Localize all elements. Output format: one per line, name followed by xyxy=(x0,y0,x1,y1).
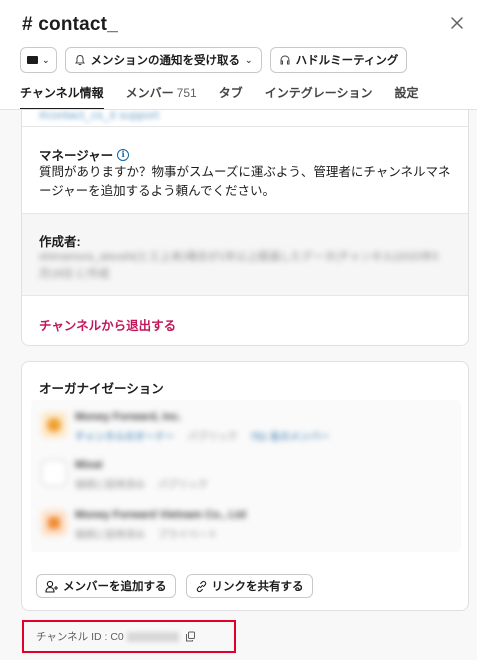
member-count: 751 xyxy=(176,86,197,100)
list-item[interactable]: Money Forward Vietnam Co., Ltd 接続に招待済み プ… xyxy=(31,504,461,546)
channel-id-label: チャンネル ID : C0 xyxy=(36,631,124,643)
notification-settings-button[interactable]: メンションの通知を受け取る ⌄ xyxy=(64,47,262,73)
huddle-button[interactable]: ハドルミーティング xyxy=(269,47,408,73)
channel-chip-button[interactable]: ⌄ xyxy=(20,47,57,73)
org-logo-icon xyxy=(47,418,61,432)
org-visibility: パブリック xyxy=(187,432,238,443)
channel-details-header: # contact_ ⌄ メンションの通知を受け取る ⌄ ハドルミーティング チ… xyxy=(0,0,477,110)
org-name: Mixai xyxy=(75,459,103,471)
tab-label: メンバー xyxy=(125,86,174,100)
list-item[interactable]: Money Forward, Inc. チャンネルのオーナー パブリック 751… xyxy=(31,406,461,448)
tab-settings[interactable]: 設定 xyxy=(394,84,418,110)
share-link-label: リンクを共有する xyxy=(211,581,304,593)
org-members: 751 名のメンバー xyxy=(250,432,330,443)
channel-tabs: チャンネル情報 メンバー 751 タブ インテグレーション 設定 xyxy=(20,84,441,110)
org-meta: チャンネルのオーナー パブリック 751 名のメンバー xyxy=(75,428,330,443)
copy-icon xyxy=(185,631,195,642)
org-visibility: パブリック xyxy=(157,480,208,491)
list-item[interactable]: Mixai 接続に招待済み パブリック xyxy=(31,454,461,496)
tab-integrations[interactable]: インテグレーション xyxy=(265,84,373,110)
tab-label: インテグレーション xyxy=(264,86,373,100)
org-logo-icon xyxy=(48,517,60,529)
tab-members[interactable]: メンバー 751 xyxy=(126,84,197,110)
org-role: 接続に招待済み xyxy=(75,480,145,491)
channel-id-row: チャンネル ID : C0 xyxy=(22,620,236,653)
organization-list: Money Forward, Inc. チャンネルのオーナー パブリック 751… xyxy=(31,400,461,552)
close-icon xyxy=(451,17,463,29)
link-icon xyxy=(196,580,206,592)
creator-heading: 作成者: xyxy=(39,235,81,249)
tab-label: 設定 xyxy=(394,86,419,100)
org-logo xyxy=(41,460,67,486)
add-member-button[interactable]: メンバーを追加する xyxy=(36,574,176,598)
tab-label: チャンネル情報 xyxy=(20,86,104,100)
organizations-heading: オーガナイゼーション xyxy=(39,382,164,396)
organizations-card: オーガナイゼーション Money Forward, Inc. チャンネルのオーナ… xyxy=(21,361,469,611)
close-button[interactable] xyxy=(450,16,470,36)
add-member-label: メンバーを追加する xyxy=(63,581,167,593)
channel-toolbar: ⌄ メンションの通知を受け取る ⌄ ハドルミーティング xyxy=(20,47,408,73)
headphones-icon xyxy=(280,55,290,65)
section-divider xyxy=(22,126,468,127)
managers-heading-text: マネージャー xyxy=(39,149,114,163)
about-card: #contact_cs_it support マネージャー i 質問がありますか… xyxy=(21,110,469,346)
tab-label: タブ xyxy=(218,86,243,100)
related-channel-link[interactable]: #contact_cs_it support xyxy=(39,110,159,122)
org-visibility: プライベート xyxy=(157,530,218,541)
channel-chip-icon xyxy=(27,56,38,64)
org-logo xyxy=(41,412,67,438)
org-meta: 接続に招待済み プライベート xyxy=(75,526,218,541)
chevron-down-icon: ⌄ xyxy=(42,54,50,65)
section-divider xyxy=(22,213,468,214)
org-name: Money Forward Vietnam Co., Ltd xyxy=(75,509,246,521)
managers-description: 質問がありますか？物事がスムーズに運ぶよう、管理者にチャンネルマネージャーを追加… xyxy=(39,165,451,198)
add-person-icon xyxy=(45,580,58,593)
section-divider xyxy=(22,295,468,296)
org-role: 接続に招待済み xyxy=(75,530,145,541)
channel-title: # contact_ xyxy=(22,14,118,35)
notification-settings-label: メンションの通知を受け取る xyxy=(90,55,241,67)
channel-id-value xyxy=(126,631,179,642)
org-meta: 接続に招待済み パブリック xyxy=(75,476,208,491)
leave-channel-button[interactable]: チャンネルから退出する xyxy=(39,315,176,334)
managers-heading: マネージャー i xyxy=(39,145,130,164)
tab-tabs[interactable]: タブ xyxy=(219,84,243,110)
organization-actions: メンバーを追加する リンクを共有する xyxy=(36,574,313,598)
huddle-label: ハドルミーティング xyxy=(295,55,399,67)
bell-icon xyxy=(74,54,85,66)
org-name: Money Forward, Inc. xyxy=(75,411,182,423)
org-role: チャンネルのオーナー xyxy=(75,432,175,443)
creator-details: shimamura_atsushi(ヒエ上本)場合が1年以上経過したデータ(チャ… xyxy=(39,251,439,280)
info-icon[interactable]: i xyxy=(117,148,130,161)
chevron-down-icon: ⌄ xyxy=(245,54,253,65)
copy-button[interactable] xyxy=(185,631,196,642)
tab-channel-info[interactable]: チャンネル情報 xyxy=(20,84,104,110)
org-logo xyxy=(41,510,67,536)
share-link-button[interactable]: リンクを共有する xyxy=(185,574,313,598)
